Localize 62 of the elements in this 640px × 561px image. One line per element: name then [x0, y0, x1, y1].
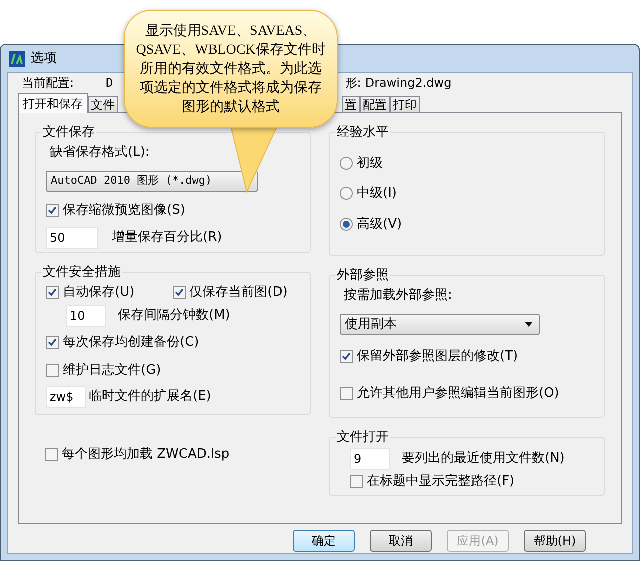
checkbox-label: 仅保存当前图(D) — [190, 284, 288, 302]
caret-icon — [525, 322, 533, 327]
tab[interactable]: 文件 — [88, 96, 118, 113]
field-label: 要列出的最近使用文件数(N) — [402, 450, 565, 468]
tab[interactable]: 置 — [342, 96, 360, 113]
checkbox-label: 自动保存(U) — [63, 284, 135, 302]
group-title: 经验水平 — [336, 124, 390, 142]
app-icon — [9, 50, 25, 66]
checkbox-label: 维护日志文件(G) — [63, 362, 162, 380]
checkbox[interactable] — [350, 474, 363, 488]
checkbox-label: 保存缩微预览图像(S) — [63, 202, 186, 220]
radio-button[interactable] — [340, 218, 353, 231]
group-title: 文件安全措施 — [42, 264, 122, 282]
drawing-value: Drawing2.dwg — [365, 75, 452, 92]
checkbox[interactable] — [46, 204, 59, 218]
check-icon — [174, 288, 184, 297]
checkbox[interactable] — [45, 448, 58, 462]
checkbox-label: 保留外部参照图层的修改(T) — [357, 348, 518, 366]
field-label: 增量保存百分比(R) — [112, 228, 222, 247]
profile-label: 当前配置: — [22, 75, 74, 92]
check-icon — [48, 206, 57, 216]
radio-button[interactable] — [340, 156, 353, 170]
checkbox[interactable] — [46, 336, 59, 350]
window-title: 选项 — [31, 50, 57, 68]
check-icon — [48, 288, 57, 297]
input-field[interactable]: 50 — [46, 226, 98, 248]
radio-label: 中级(I) — [357, 185, 397, 203]
checkbox[interactable] — [172, 286, 186, 299]
dropdown[interactable]: 使用副本 — [340, 314, 540, 335]
tab[interactable]: 打开和保存 — [18, 93, 88, 113]
checkbox[interactable] — [340, 386, 353, 400]
checkbox-label: 允许其他用户参照编辑当前图形(O) — [357, 384, 560, 402]
input-field[interactable]: 10 — [66, 305, 106, 327]
checkbox[interactable] — [46, 364, 59, 377]
input-field[interactable]: 9 — [350, 448, 390, 470]
checkbox-label: 每次保存均创建备份(C) — [63, 334, 200, 352]
input-field[interactable]: zw$ — [46, 386, 86, 408]
checkbox[interactable] — [340, 350, 353, 364]
dialog-button[interactable]: 取消 — [370, 530, 432, 552]
group-title: 文件打开 — [336, 429, 390, 447]
radio-label: 初级 — [357, 154, 383, 172]
field-label: 临时文件的扩展名(E) — [89, 388, 212, 406]
field-label: 保存间隔分钟数(M) — [118, 307, 230, 326]
radio-button[interactable] — [340, 187, 353, 200]
dialog-button[interactable]: 帮助(H) — [524, 530, 586, 552]
checkbox-label: 每个图形均加载 ZWCAD.lsp — [62, 446, 230, 464]
profile-value: D — [106, 75, 114, 92]
group-title: 文件保存 — [42, 124, 96, 142]
check-icon — [342, 352, 351, 362]
tab[interactable]: 配置 — [360, 96, 390, 113]
dropdown[interactable]: AutoCAD 2010 图形 (*.dwg) — [46, 171, 258, 192]
xref-label: 按需加载外部参照: — [344, 286, 454, 304]
group-title: 外部参照 — [336, 267, 390, 285]
tab[interactable]: 打印 — [390, 96, 420, 113]
checkbox[interactable] — [46, 286, 59, 299]
format-label: 缺省保存格式(L): — [50, 144, 151, 162]
drawing-label: 形: — [345, 75, 362, 92]
checkbox-label: 在标题中显示完整路径(F) — [367, 472, 515, 490]
check-icon — [48, 338, 57, 348]
dialog-button[interactable]: 确定 — [293, 530, 355, 552]
callout-text: 显示使用SAVE、SAVEAS、QSAVE、WBLOCK保存文件时所用的有效文件格式。为此选项选定的文件格式将成为保存图形的默认格式 — [135, 22, 327, 116]
radio-label: 高级(V) — [357, 216, 402, 234]
